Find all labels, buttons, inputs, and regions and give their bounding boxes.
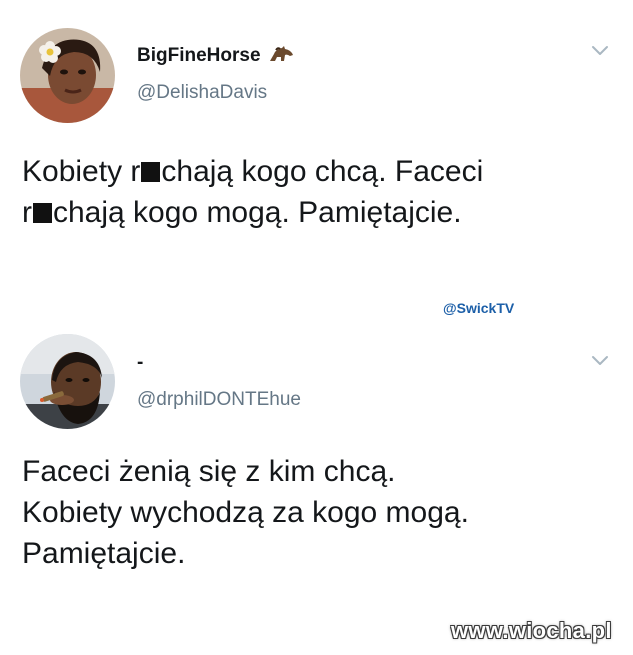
- censor-block: [141, 162, 161, 182]
- avatar-image: [20, 28, 115, 123]
- horse-icon: [269, 46, 293, 61]
- avatar[interactable]: [20, 28, 115, 123]
- avatar-image: [20, 334, 115, 429]
- tweet-text-line: r chają kogo mogą. Pamiętajcie.: [22, 192, 612, 233]
- tweet-text-line: Kobiety r chają kogo chcą. Faceci: [22, 151, 612, 192]
- text-fragment: r: [22, 196, 32, 229]
- display-name[interactable]: -: [137, 352, 143, 374]
- source-tag[interactable]: @SwickTV: [443, 300, 514, 316]
- display-name[interactable]: BigFineHorse: [137, 45, 294, 67]
- watermark: www.wiocha.pl: [451, 618, 612, 643]
- text-fragment: chają kogo chcą. Faceci: [161, 155, 484, 188]
- avatar[interactable]: [20, 334, 115, 429]
- user-handle[interactable]: @drphilDONTEhue: [137, 389, 301, 411]
- chevron-down-icon[interactable]: [591, 355, 609, 367]
- text-fragment: Kobiety r: [22, 155, 141, 188]
- tweet-2: - @drphilDONTEhue Faceci żenią się z kim…: [0, 322, 633, 622]
- tweet-1: BigFineHorse @DelishaDavis Kobiety r chaj…: [0, 0, 633, 300]
- text-fragment: chają kogo mogą. Pamiętajcie.: [53, 196, 462, 229]
- display-name-text: BigFineHorse: [137, 45, 261, 66]
- chevron-down-icon[interactable]: [591, 45, 609, 57]
- tweet-text-line: Kobiety wychodzą za kogo mogą.: [22, 496, 469, 529]
- tweet-text: Faceci żenią się z kim chcą. Kobiety wyc…: [22, 451, 612, 574]
- tweet-text-line: Faceci żenią się z kim chcą.: [22, 455, 396, 488]
- user-handle[interactable]: @DelishaDavis: [137, 82, 267, 104]
- tweet-text: Kobiety r chają kogo chcą. Faceci r chają …: [22, 151, 612, 233]
- tweet-text-line: Pamiętajcie.: [22, 537, 186, 570]
- censor-block: [33, 203, 52, 223]
